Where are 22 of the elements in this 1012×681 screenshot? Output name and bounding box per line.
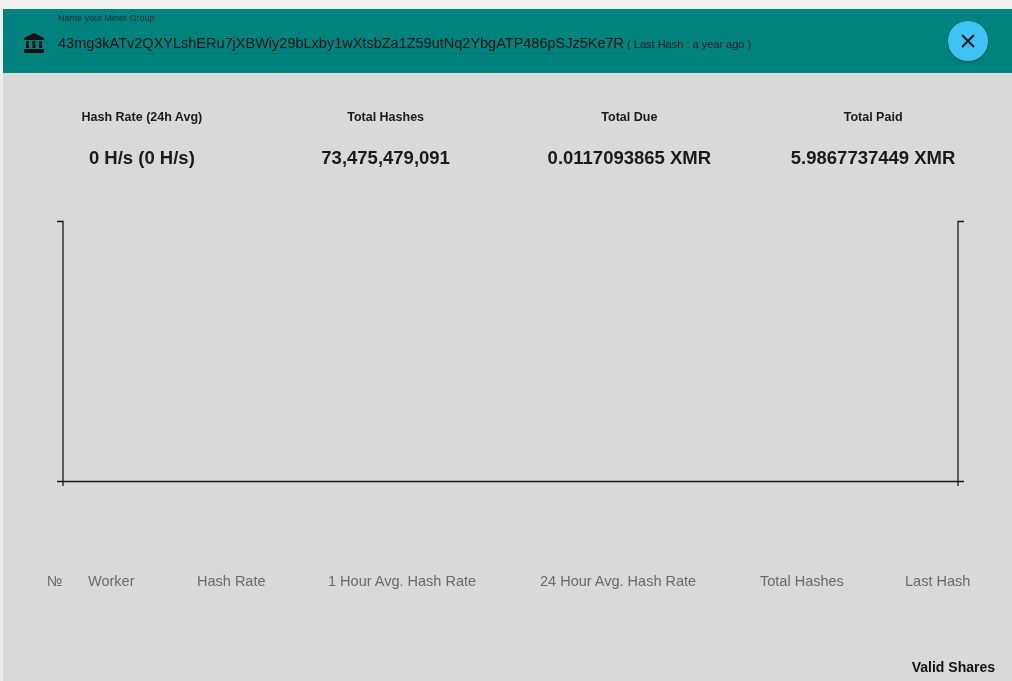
group-name-field[interactable]: 43mg3kATv2QXYLshERu7jXBWiy29bLxby1wXtsbZa1Z59utNq2YbgATP486pSJz5Ke7R (58, 33, 626, 54)
stat-value: 5.9867737449 XMR (790, 146, 956, 170)
stat-value: 73,475,479,091 (321, 146, 450, 170)
stat-value: 0.0117093865 XMR (547, 146, 712, 170)
close-icon (961, 34, 975, 48)
column-header: Worker (88, 572, 135, 591)
column-header: № (47, 572, 63, 591)
column-header: Total Hashes (760, 572, 844, 591)
stat-label: Hash Rate (24h Avg) (81, 109, 203, 125)
column-header: Valid Shares (911, 658, 995, 676)
close-button[interactable] (948, 21, 988, 61)
column-header: Hash Rate (197, 572, 266, 591)
field-label: Name your Miner Group (58, 13, 156, 24)
column-header: 24 Hour Avg. Hash Rate (540, 572, 697, 591)
stat-label: Total Due (601, 109, 658, 125)
column-header: Last Hash (905, 572, 971, 591)
stat-value: 0 H/s (0 H/s) (88, 146, 195, 170)
column-header: 1 Hour Avg. Hash Rate (328, 572, 477, 591)
last-hash-note: ( Last Hash : a year ago ) (627, 37, 752, 50)
stat-label: Total Hashes (347, 109, 425, 125)
bank-icon (24, 33, 44, 53)
stat-label: Total Paid (843, 109, 903, 125)
